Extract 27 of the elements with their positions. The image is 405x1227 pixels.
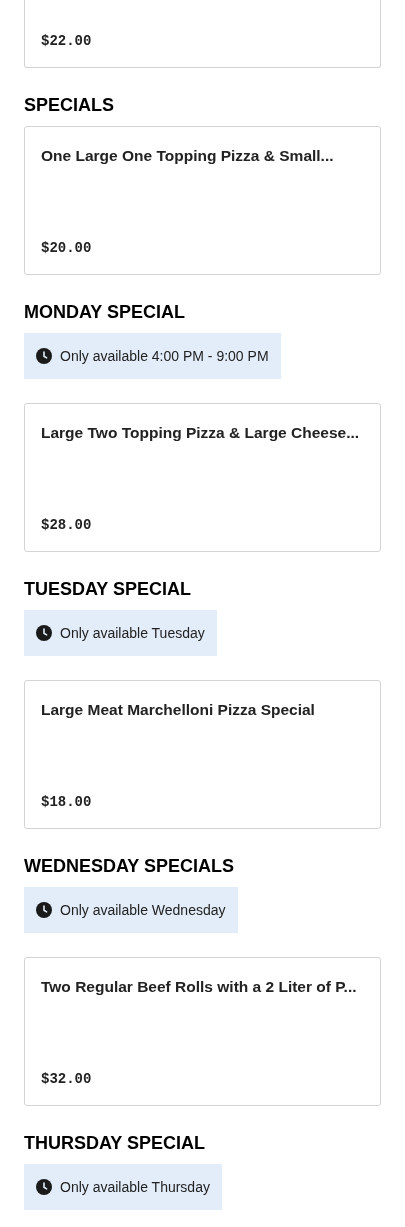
availability-text: Only available Thursday	[60, 1179, 210, 1195]
item-price: $28.00	[41, 517, 92, 533]
clock-icon	[36, 1179, 52, 1195]
item-price: $20.00	[41, 240, 92, 256]
availability-text: Only available 4:00 PM - 9:00 PM	[60, 348, 269, 364]
item-price: $32.00	[41, 1071, 92, 1087]
item-price: $22.00	[41, 33, 92, 49]
item-name: Large Two Topping Pizza & Large Cheese...	[41, 424, 360, 442]
section-heading: WEDNESDAY SPECIALS	[24, 856, 235, 877]
section-heading: SPECIALS	[24, 95, 115, 116]
clock-icon	[36, 348, 52, 364]
item-price: $18.00	[41, 794, 92, 810]
clock-icon	[36, 625, 52, 641]
section-heading: MONDAY SPECIAL	[24, 302, 186, 323]
availability-text: Only available Tuesday	[60, 625, 205, 641]
clock-icon	[36, 902, 52, 918]
menu-item-card[interactable]: Large Two Topping Pizza & Large Cheese... $28.00	[24, 403, 381, 552]
menu-item-card[interactable]: $22.00	[24, 0, 381, 68]
menu-item-card[interactable]: One Large One Topping Pizza & Small... $20.00	[24, 126, 381, 275]
menu-item-card[interactable]: Large Meat Marchelloni Pizza Special $18.00	[24, 680, 381, 829]
availability-text: Only available Wednesday	[60, 902, 226, 918]
section-heading: TUESDAY SPECIAL	[24, 579, 192, 600]
item-name: Large Meat Marchelloni Pizza Special	[41, 701, 315, 719]
item-name: One Large One Topping Pizza & Small...	[41, 147, 334, 165]
section-heading: THURSDAY SPECIAL	[24, 1133, 206, 1154]
item-name: Two Regular Beef Rolls with a 2 Liter of P...	[41, 978, 357, 996]
menu-item-card[interactable]: Two Regular Beef Rolls with a 2 Liter of P... $32.00	[24, 957, 381, 1106]
